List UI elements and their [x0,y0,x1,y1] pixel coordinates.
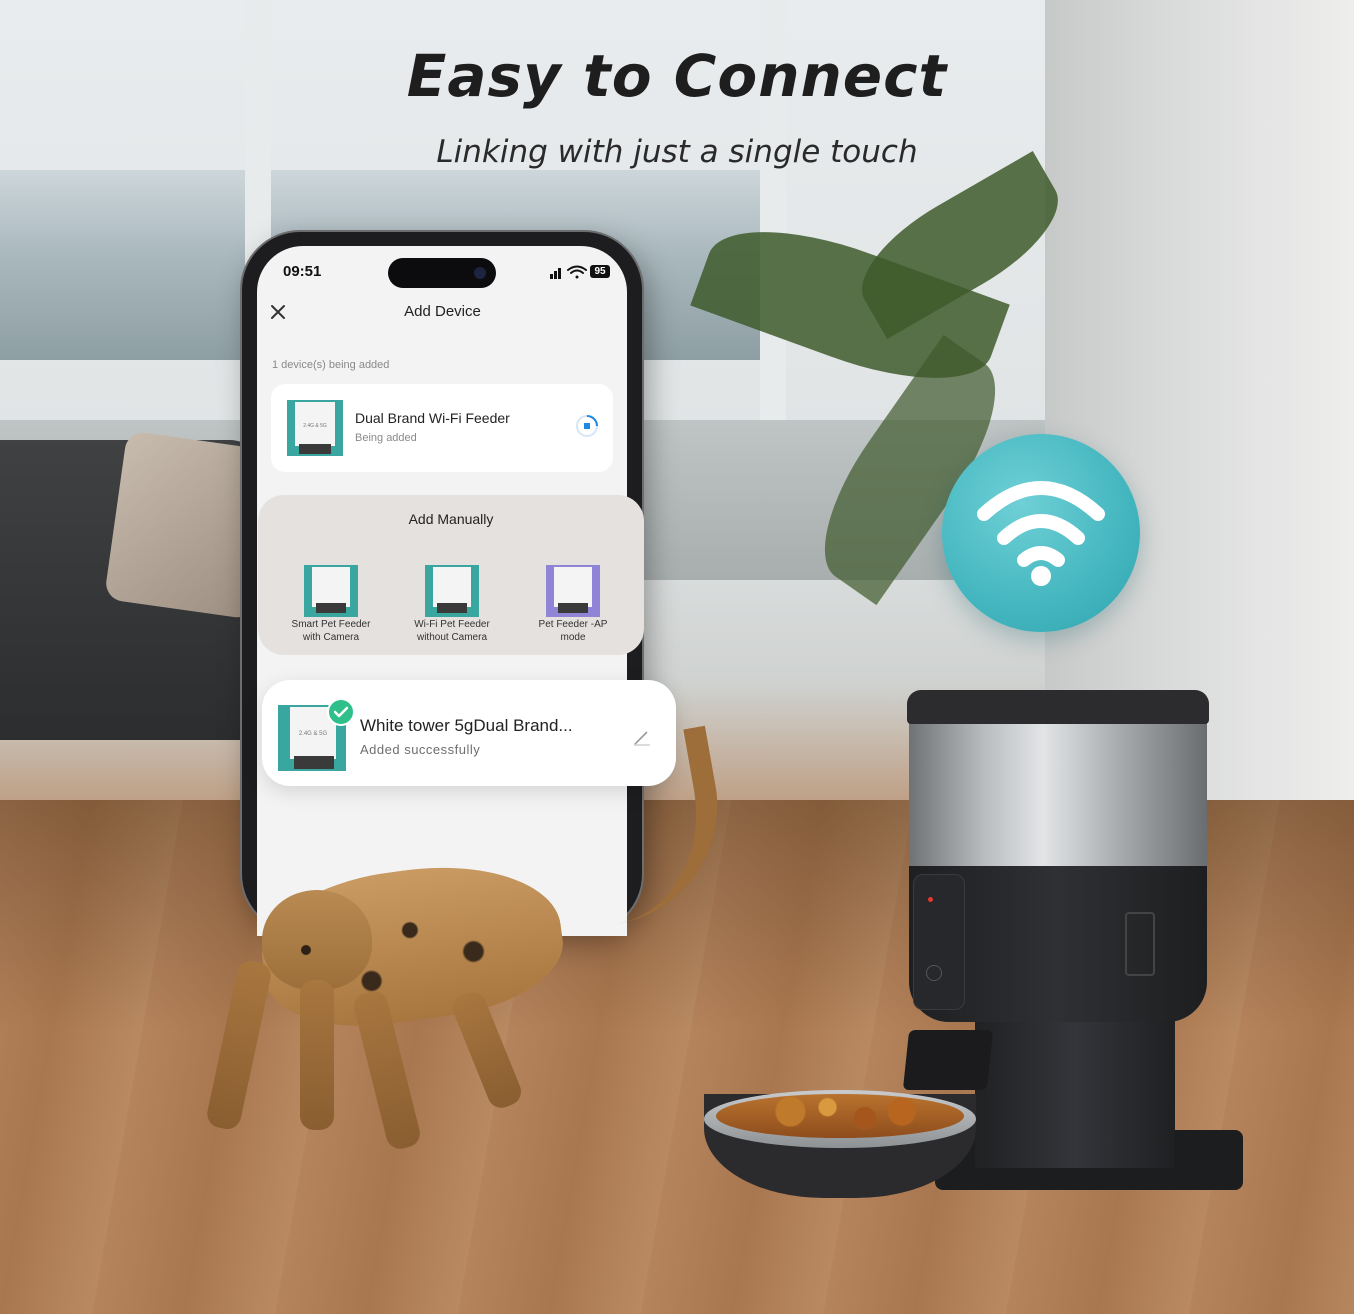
nav-title: Add Device [404,303,481,320]
status-light [928,897,933,902]
feeder-control-panel [913,874,965,1010]
being-added-note: 1 device(s) being added [272,359,390,371]
feeder-thumbnail-body [554,567,592,607]
feeder-chute [902,1030,994,1090]
feeder-lid [907,690,1209,724]
option-label: Smart Pet Feeder with Camera [291,619,371,643]
option-label: Pet Feeder -AP mode [538,619,608,643]
page-subtitle: Linking with just a single touch [436,134,918,170]
product-scene: Easy to Connect Linking with just a sing… [0,0,1354,1314]
status-time: 09:51 [283,263,322,280]
cat-leg [300,980,334,1130]
add-manually-title: Add Manually [408,511,494,527]
option-label: Wi-Fi Pet Feeder without Camera [414,619,490,643]
wifi-badge [942,434,1140,632]
device-status: Being added [355,432,417,444]
success-status: Added successfully [360,742,481,757]
battery-icon: 95 [590,265,610,278]
thumb-label: 2.4G & 5G [298,731,328,737]
feeder-thumbnail-base [558,603,588,613]
feeder-latch [1125,912,1155,976]
camera-icon [474,267,486,279]
feeder-thumbnail-base [294,756,334,769]
wifi-icon [567,265,587,279]
power-button [926,965,942,981]
feeder-steel-hopper [909,716,1207,866]
feeder-thumbnail-body [433,567,471,607]
kibble [716,1094,964,1138]
success-device-name: White tower 5gDual Brand... [360,716,573,735]
feeder-neck [975,1018,1175,1168]
device-name: Dual Brand Wi-Fi Feeder [355,410,510,426]
check-icon [327,698,355,726]
cat-head [262,890,372,990]
thumb-label: 2.4G & 5G [303,423,327,429]
spinner-icon [576,415,598,437]
wifi-badge-icon [977,481,1105,586]
feeder-thumbnail-base [437,603,467,613]
feeder-thumbnail-base [299,444,331,454]
page-title: Easy to Connect [406,42,948,110]
close-icon[interactable] [268,302,288,322]
signal-icon [550,268,561,279]
feeder-thumbnail-base [316,603,346,613]
feeder-thumbnail-body [312,567,350,607]
